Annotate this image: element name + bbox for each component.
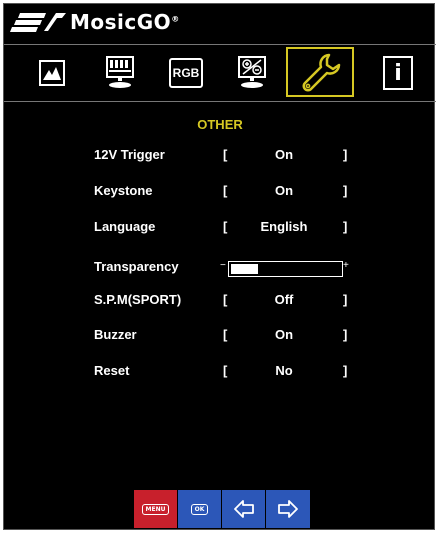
tab-bar: RGB i: [4, 44, 436, 102]
menu-item-buzzer[interactable]: Buzzer [ On ]: [4, 327, 436, 347]
bracket-right: ]: [343, 219, 348, 234]
menu-item-label: Keystone: [94, 183, 153, 198]
menu-title: OTHER: [197, 117, 243, 132]
menu-item-value[interactable]: On: [234, 147, 334, 162]
menu-item-value[interactable]: No: [234, 363, 334, 378]
menu-item-spm-sport[interactable]: S.P.M(SPORT) [ Off ]: [4, 292, 436, 312]
menu-item-label: Reset: [94, 363, 130, 378]
brand-logo: MosicGO®: [10, 10, 180, 34]
menu-item-label: Buzzer: [94, 327, 137, 342]
wrench-icon: [302, 53, 341, 92]
menu-item-label: S.P.M(SPORT): [94, 292, 182, 307]
slider-track[interactable]: [228, 261, 343, 277]
projector-icon: [106, 56, 134, 88]
left-arrow-icon: [233, 500, 254, 518]
brand-name: MosicGO®: [70, 10, 180, 34]
rgb-icon: RGB: [169, 58, 203, 88]
bracket-right: ]: [343, 292, 348, 307]
bracket-right: ]: [343, 363, 348, 378]
plus-minus-screen-icon: [238, 56, 266, 88]
slider-fill: [231, 264, 258, 274]
ok-button-label: OK: [190, 503, 209, 515]
menu-item-value[interactable]: English: [234, 219, 334, 234]
menu-item-value[interactable]: Off: [234, 292, 334, 307]
tab-display[interactable]: [100, 49, 140, 97]
bracket-left: [: [223, 327, 228, 342]
ok-button[interactable]: OK: [178, 490, 222, 528]
osd-menu: MosicGO® RGB i OTHER 12V Trigger [On] …: [3, 3, 436, 530]
menu-item-value[interactable]: On: [234, 327, 334, 342]
menu-button[interactable]: MENU: [134, 490, 178, 528]
bracket-right: ]: [343, 147, 348, 162]
header: MosicGO®: [4, 4, 436, 44]
tab-rgb[interactable]: RGB: [166, 49, 206, 97]
menu-button-label: MENU: [141, 503, 170, 515]
menu-item-language[interactable]: Language [ English ]: [4, 219, 436, 239]
menu-item-value[interactable]: On: [234, 183, 334, 198]
menu-item-keystone[interactable]: Keystone [ On ]: [4, 183, 436, 203]
logo-mark-icon: [10, 13, 66, 32]
menu-item-12v-trigger[interactable]: 12V Trigger [ On ]: [4, 147, 436, 167]
menu-item-label: Transparency: [94, 259, 179, 274]
bracket-right: ]: [343, 327, 348, 342]
bracket-right: ]: [343, 183, 348, 198]
menu-item-label: 12V Trigger: [94, 147, 165, 162]
control-buttons: MENU OK: [134, 490, 310, 528]
bracket-left: [: [223, 183, 228, 198]
left-button[interactable]: [222, 490, 266, 528]
bracket-left: [: [223, 363, 228, 378]
tab-info[interactable]: i: [378, 49, 418, 97]
tab-adjust[interactable]: [232, 49, 272, 97]
picture-icon: [39, 60, 65, 86]
right-arrow-icon: [278, 500, 298, 518]
bracket-left: [: [223, 147, 228, 162]
bracket-left: [: [223, 292, 228, 307]
tab-picture[interactable]: [32, 49, 72, 97]
slider-min-symbol: −: [220, 260, 226, 271]
menu-item-label: Language: [94, 219, 156, 234]
menu-item-reset[interactable]: Reset [ No ]: [4, 363, 436, 383]
bracket-left: [: [223, 219, 228, 234]
slider-max-symbol: +: [343, 260, 349, 271]
info-icon: i: [383, 56, 413, 90]
right-button[interactable]: [266, 490, 310, 528]
tab-other[interactable]: [286, 47, 354, 97]
